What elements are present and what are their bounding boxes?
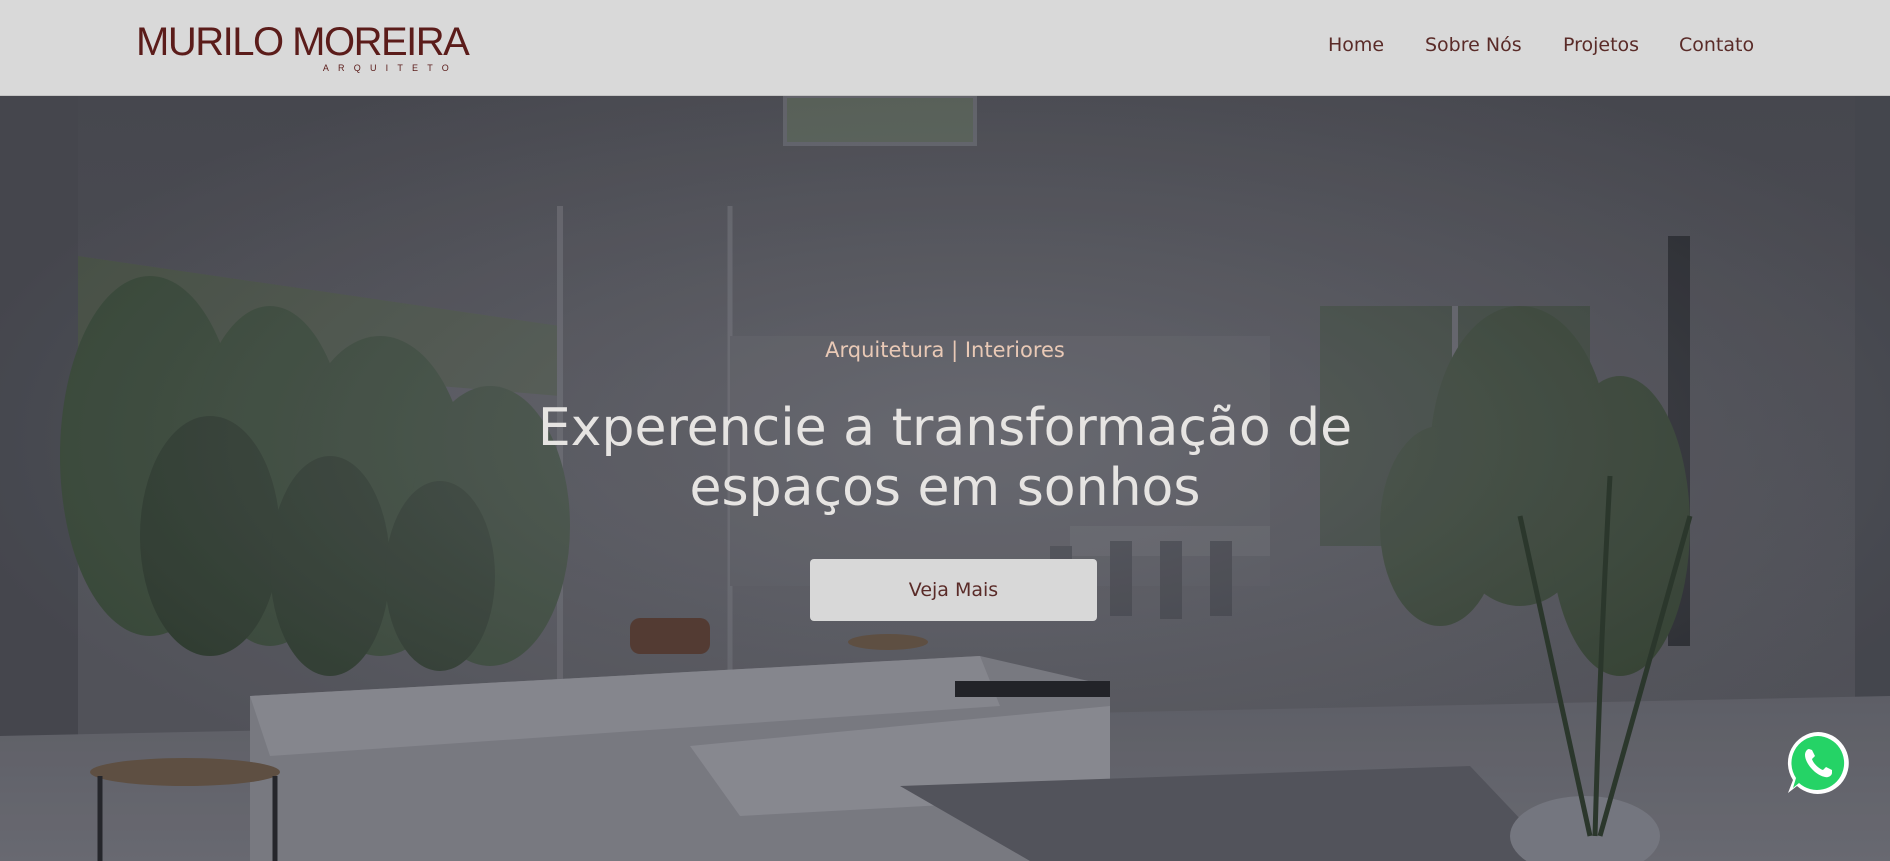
hero-eyebrow: Arquitetura | Interiores	[825, 338, 1065, 362]
hero-title: Experencie a transformação de espaços em…	[537, 398, 1353, 518]
nav-item-sobre-nos[interactable]: Sobre Nós	[1425, 32, 1522, 58]
main-nav: Home Sobre Nós Projetos Contato	[0, 32, 1890, 62]
whatsapp-button[interactable]	[1785, 730, 1851, 796]
nav-item-contato[interactable]: Contato	[1679, 32, 1754, 58]
brand-tagline: ARQUITETO	[322, 63, 458, 73]
veja-mais-button[interactable]: Veja Mais	[810, 559, 1097, 621]
nav-item-home[interactable]: Home	[1328, 32, 1384, 58]
nav-item-projetos[interactable]: Projetos	[1563, 32, 1639, 58]
whatsapp-icon	[1787, 732, 1849, 794]
hero-section: Arquitetura | Interiores Experencie a tr…	[0, 96, 1890, 861]
site-header: MURILO MOREIRA ARQUITETO Home Sobre Nós …	[0, 0, 1890, 96]
